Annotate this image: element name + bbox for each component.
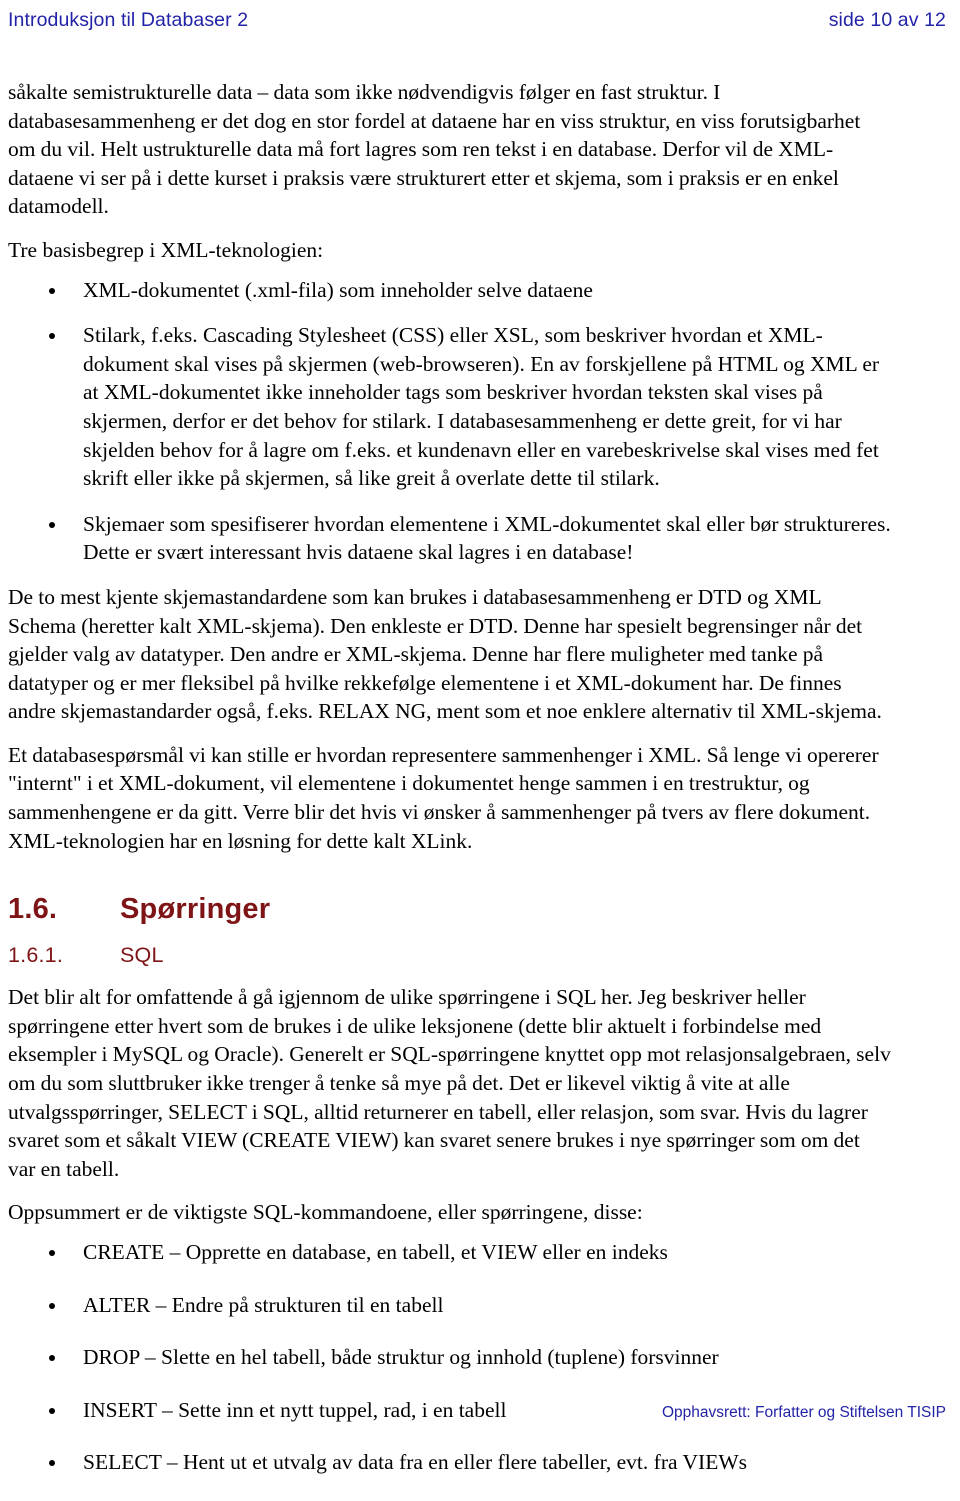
list-item: Skjemaer som spesifiserer hvordan elemen… — [8, 510, 892, 567]
page-number: side 10 av 12 — [828, 9, 946, 31]
paragraph-semistructured-data: såkalte semistrukturelle data – data som… — [8, 80, 861, 219]
list-item: CREATE – Opprette en database, en tabell… — [8, 1238, 892, 1267]
sql-commands-list: CREATE – Opprette en database, en tabell… — [8, 1238, 892, 1477]
heading-queries-title: Spørringer — [120, 893, 271, 926]
heading-sql-number: 1.6.1. — [8, 943, 63, 968]
document-title: Introduksjon til Databaser 2 — [8, 9, 249, 31]
paragraph-sql-intro: Det blir alt for omfattende å gå igjenno… — [8, 985, 891, 1181]
lead-in-sql-commands: Oppsummert er de viktigste SQL-kommandoe… — [8, 1200, 643, 1225]
list-item: Stilark, f.eks. Cascading Stylesheet (CS… — [8, 321, 892, 493]
paragraph-relationships-xlink: Et databasespørsmål vi kan stille er hvo… — [8, 742, 879, 853]
heading-sql-title: SQL — [120, 943, 164, 968]
paragraph-schema-standards: De to mest kjente skjemastandardene som … — [8, 584, 882, 724]
heading-queries: 1.6. Spørringer — [8, 891, 892, 927]
copyright-notice: Opphavsrett: Forfatter og Stiftelsen TIS… — [661, 1404, 946, 1421]
heading-queries-number: 1.6. — [8, 893, 58, 926]
heading-sql: 1.6.1. SQL — [8, 941, 892, 969]
document-page: Introduksjon til Databaser 2 side 10 av … — [0, 0, 960, 1474]
list-item: ALTER – Endre på strukturen til en tabel… — [8, 1291, 892, 1320]
list-item: SELECT – Hent ut et utvalg av data fra e… — [8, 1448, 892, 1477]
running-footer: Opphavsrett: Forfatter og Stiftelsen TIS… — [8, 1403, 946, 1423]
running-header: Introduksjon til Databaser 2 side 10 av … — [8, 8, 946, 34]
xml-concepts-list: XML-dokumentet (.xml-fila) som inneholde… — [8, 276, 892, 567]
list-item: XML-dokumentet (.xml-fila) som inneholde… — [8, 276, 892, 305]
lead-in-three-concepts: Tre basisbegrep i XML-teknologien: — [8, 237, 324, 262]
page-content: såkalte semistrukturelle data – data som… — [8, 78, 892, 1501]
list-item: DROP – Slette en hel tabell, både strukt… — [8, 1343, 892, 1372]
